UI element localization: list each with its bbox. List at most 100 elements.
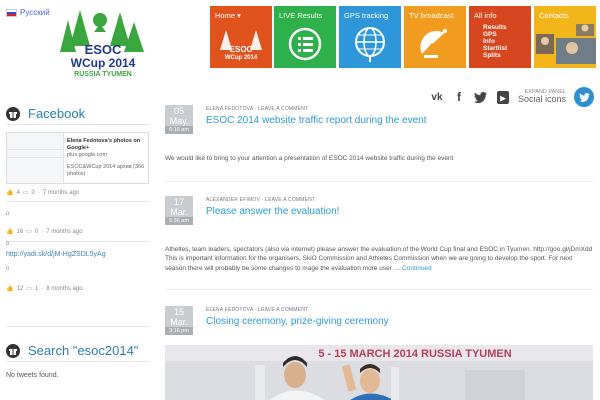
russian-flag-icon bbox=[6, 8, 17, 17]
svg-text:WCup 2014: WCup 2014 bbox=[225, 55, 258, 61]
nav-tv-broadcast[interactable]: TV broadcast bbox=[404, 6, 466, 68]
post-day: 17 bbox=[173, 197, 184, 207]
facebook-widget-title: Facebook bbox=[28, 106, 86, 121]
fb-post-link[interactable]: http://yadi.sk/d/jM-HgZSDL5yAg bbox=[6, 251, 106, 258]
language-switch[interactable]: Русский bbox=[6, 8, 50, 17]
divider bbox=[165, 181, 593, 182]
post-month: Mar. bbox=[170, 207, 188, 217]
post-author[interactable]: ELENA FEDOTOVA bbox=[206, 106, 253, 112]
divider bbox=[165, 289, 593, 290]
nav-gps-tracking-label: GPS tracking bbox=[344, 11, 389, 20]
logo-line1: ESOC bbox=[85, 42, 122, 57]
fb-post-meta: 👍 12 ▭ 1 · 8 months ago bbox=[6, 285, 83, 293]
nav-tv-broadcast-label: TV broadcast bbox=[409, 11, 454, 20]
leave-comment-link[interactable]: LEAVE A COMMENT bbox=[258, 106, 308, 112]
divider bbox=[6, 326, 150, 327]
twitter-widget-header: Search "esoc2014" bbox=[6, 343, 138, 358]
svg-text:ESOC: ESOC bbox=[230, 45, 253, 54]
post-author[interactable]: ELENA FEDOTOVA bbox=[206, 307, 253, 313]
nav-home[interactable]: Home ▾ ESOC WCup 2014 bbox=[210, 6, 272, 68]
expand-panel-toggle[interactable]: EXPAND PANEL Social icons bbox=[518, 89, 566, 105]
fb-post-meta: 👍 4 ▭ 0 · 7 months ago bbox=[6, 189, 80, 197]
site-logo[interactable]: ESOC WCup 2014 RUSSIA TYUMEN bbox=[48, 6, 158, 80]
comment-icon[interactable]: ▭ bbox=[26, 228, 32, 235]
leave-comment-link[interactable]: LEAVE A COMMENT bbox=[265, 197, 315, 203]
social-panel: vk f ▶ EXPAND PANEL Social icons bbox=[430, 84, 594, 110]
nav-contacts[interactable]: Contacts bbox=[534, 6, 596, 68]
nav-live-results[interactable]: LIVE Results bbox=[274, 6, 336, 68]
nav-contacts-label: Contacts bbox=[539, 11, 569, 20]
fb-post-text: o bbox=[6, 241, 10, 247]
globe-icon bbox=[339, 24, 401, 64]
fb-card-desc: ESOC&WCup 2014 архив (366 photos) bbox=[67, 163, 145, 177]
like-icon[interactable]: 👍 bbox=[6, 285, 13, 292]
vk-icon[interactable]: vk bbox=[430, 90, 444, 104]
comment-count: 0 bbox=[31, 189, 35, 196]
language-label: Русский bbox=[20, 8, 50, 17]
post-date-badge: 05 May. 6:16 am bbox=[165, 105, 193, 134]
fb-link-card[interactable]: Elena Fedotova's photos on Google+ plus.… bbox=[6, 132, 149, 184]
leave-comment-link[interactable]: LEAVE A COMMENT bbox=[258, 307, 308, 313]
divider bbox=[6, 124, 150, 125]
fb-card-source: plus.google.com bbox=[67, 151, 108, 158]
post-photo[interactable]: 5 - 15 MARCH 2014 RUSSIA TYUMEN bbox=[165, 345, 593, 400]
post-title[interactable]: Please answer the evaluation! bbox=[206, 206, 339, 217]
all-info-sub-gps: GPS bbox=[483, 31, 497, 38]
expand-panel-title: Social icons bbox=[517, 94, 566, 105]
all-info-sub-results: Results bbox=[483, 24, 507, 31]
continue-link[interactable]: Continued bbox=[402, 265, 432, 272]
post-excerpt: We would like to bring to your attention… bbox=[165, 155, 454, 162]
twitter-widget-title: Search "esoc2014" bbox=[28, 343, 139, 358]
post-meta: ELENA FEDOTOVA · LEAVE A COMMENT bbox=[206, 106, 309, 112]
post-author[interactable]: ALEXANDER EFIMOV bbox=[206, 197, 260, 203]
twitter-icon[interactable] bbox=[474, 90, 488, 104]
nav-home-label: Home bbox=[215, 11, 236, 20]
post-time: 6:16 am bbox=[165, 126, 193, 134]
satellite-icon bbox=[404, 24, 466, 64]
post-time: 7 months ago bbox=[42, 189, 80, 196]
nav-all-info[interactable]: All info Results GPS Info Startlist Spli… bbox=[469, 6, 531, 68]
like-icon[interactable]: 👍 bbox=[6, 228, 13, 235]
fb-card-title: Elena Fedotova's photos on Google+ bbox=[67, 138, 141, 151]
home-logo-icon: ESOC WCup 2014 bbox=[210, 24, 272, 64]
divider bbox=[6, 361, 150, 362]
post-date-badge: 17 Mar. 5:36 am bbox=[165, 196, 193, 225]
facebook-icon[interactable]: f bbox=[452, 90, 466, 104]
post-title[interactable]: ESOC 2014 website traffic report during … bbox=[206, 115, 427, 126]
post-title[interactable]: Closing ceremony, prize-giving ceremony bbox=[206, 316, 389, 327]
like-count: 12 bbox=[16, 285, 24, 292]
all-info-icon: Results GPS Info Startlist Splits bbox=[469, 24, 531, 64]
logo-line2: WCup 2014 bbox=[71, 56, 136, 70]
post-time: 7 months ago bbox=[46, 228, 83, 235]
comment-count: 0 bbox=[34, 228, 39, 235]
post-time: 3:16 pm bbox=[165, 327, 193, 335]
post-excerpt-text: Atheltes, team leaders, spectators (also… bbox=[165, 246, 593, 272]
comment-icon[interactable]: ▭ bbox=[26, 285, 32, 292]
nav-all-info-label: All info bbox=[474, 11, 497, 20]
divider bbox=[6, 201, 150, 202]
all-info-sub-splits: Splits bbox=[483, 52, 501, 59]
post-meta: ALEXANDER EFIMOV · LEAVE A COMMENT bbox=[206, 197, 316, 203]
post-day: 05 bbox=[173, 106, 184, 116]
post-excerpt: Atheltes, team leaders, spectators (also… bbox=[165, 245, 593, 273]
comment-icon[interactable]: ▭ bbox=[23, 189, 29, 196]
fb-card-thumbnail bbox=[7, 133, 64, 183]
like-count: 4 bbox=[16, 189, 20, 196]
like-count: 16 bbox=[16, 228, 24, 235]
post-time: 8 months ago bbox=[46, 285, 83, 292]
post-meta: ELENA FEDOTOVA · LEAVE A COMMENT bbox=[206, 307, 309, 313]
all-info-sub-startlist: Startlist bbox=[483, 45, 508, 52]
logo-line3: RUSSIA TYUMEN bbox=[74, 71, 132, 78]
nav-live-results-label: LIVE Results bbox=[279, 11, 323, 20]
twitter-circle-icon[interactable] bbox=[574, 87, 594, 107]
contacts-photos-icon bbox=[534, 22, 596, 64]
all-info-sub-info: Info bbox=[483, 38, 495, 45]
divider bbox=[6, 241, 150, 242]
youtube-icon[interactable]: ▶ bbox=[496, 90, 510, 104]
nav-gps-tracking[interactable]: GPS tracking bbox=[339, 6, 401, 68]
post-date-badge: 15 Mar. 3:16 pm bbox=[165, 306, 193, 335]
like-icon[interactable]: 👍 bbox=[6, 189, 13, 196]
facebook-widget-header: Facebook bbox=[6, 106, 85, 121]
svg-text:▶: ▶ bbox=[499, 95, 506, 102]
list-icon bbox=[274, 24, 336, 64]
